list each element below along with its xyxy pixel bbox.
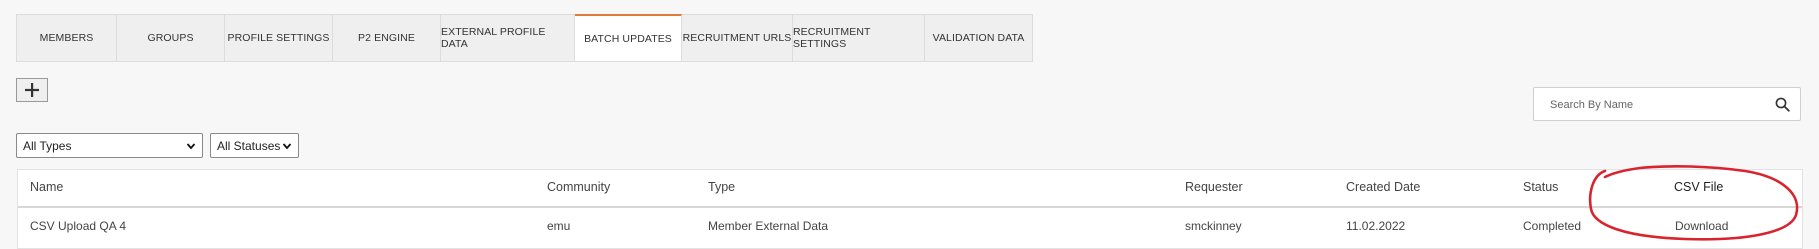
header-csv-file: CSV File [1674, 180, 1724, 194]
tab-members[interactable]: MEMBERS [17, 15, 117, 61]
chevron-down-icon [282, 143, 292, 150]
download-csv-link[interactable]: Download [1675, 219, 1728, 233]
tab-recruitment-settings[interactable]: RECRUITMENT SETTINGS [793, 15, 925, 61]
batch-updates-table: Name Community Type Requester Created Da… [17, 169, 1803, 249]
header-requester[interactable]: Requester [1185, 180, 1243, 194]
tab-profile-settings[interactable]: PROFILE SETTINGS [225, 15, 333, 61]
row-name: CSV Upload QA 4 [30, 219, 127, 233]
tab-bar: MEMBERS GROUPS PROFILE SETTINGS P2 ENGIN… [16, 14, 1033, 62]
row-created-date: 11.02.2022 [1346, 219, 1406, 233]
chevron-down-icon [186, 143, 196, 150]
table-row: CSV Upload QA 4 emu Member External Data… [18, 208, 1802, 248]
tab-recruitment-urls[interactable]: RECRUITMENT URLS [682, 15, 793, 61]
tab-external-profile-data[interactable]: EXTERNAL PROFILE DATA [441, 15, 575, 61]
row-community: emu [547, 219, 571, 233]
plus-icon [25, 83, 39, 97]
search-icon[interactable] [1775, 97, 1790, 112]
tab-validation-data[interactable]: VALIDATION DATA [925, 15, 1033, 61]
table-header: Name Community Type Requester Created Da… [18, 170, 1802, 208]
header-created-date[interactable]: Created Date [1346, 180, 1420, 194]
tab-batch-updates[interactable]: BATCH UPDATES [575, 14, 682, 61]
search-input[interactable] [1548, 88, 1772, 122]
row-type: Member External Data [708, 219, 829, 233]
tab-p2-engine[interactable]: P2 ENGINE [333, 15, 441, 61]
add-batch-update-button[interactable] [16, 78, 48, 102]
header-community[interactable]: Community [547, 180, 610, 194]
status-filter-value: All Statuses [217, 138, 281, 153]
header-status[interactable]: Status [1523, 180, 1558, 194]
header-name[interactable]: Name [30, 180, 63, 194]
tab-groups[interactable]: GROUPS [117, 15, 225, 61]
row-requester: smckinney [1185, 219, 1242, 233]
status-filter-select[interactable]: All Statuses [210, 133, 299, 158]
type-filter-select[interactable]: All Types [16, 133, 203, 158]
header-type[interactable]: Type [708, 180, 735, 194]
row-status: Completed [1523, 219, 1582, 233]
type-filter-value: All Types [23, 138, 72, 153]
search-box [1533, 87, 1801, 122]
